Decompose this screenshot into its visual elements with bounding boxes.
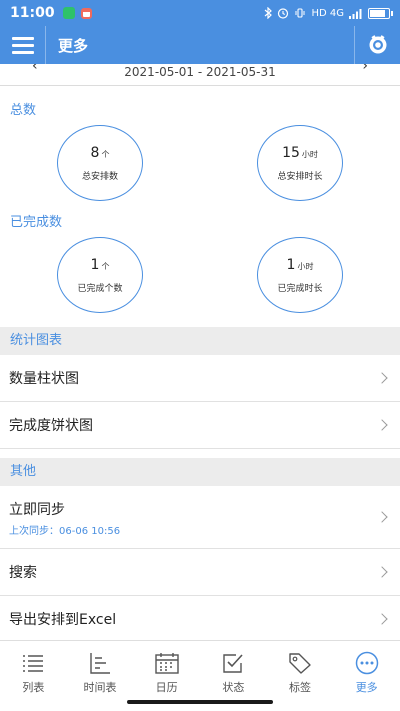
list-icon bbox=[21, 651, 45, 675]
completed-duration-unit: 小时 bbox=[297, 261, 314, 271]
home-indicator[interactable] bbox=[127, 700, 273, 704]
previous-month-arrow[interactable]: ‹ bbox=[32, 64, 38, 74]
nav-label: 更多 bbox=[355, 681, 378, 694]
status-indicators: HD 4G bbox=[264, 7, 393, 19]
total-count-value: 8 bbox=[90, 144, 100, 161]
search-row[interactable]: 搜索 bbox=[0, 549, 400, 596]
total-duration-value: 15 bbox=[282, 144, 300, 161]
search-label: 搜索 bbox=[9, 565, 37, 581]
completed-count-stat: 1 个 已完成个数 bbox=[57, 237, 143, 313]
sync-button[interactable] bbox=[354, 26, 400, 64]
nav-label: 时间表 bbox=[83, 681, 117, 694]
nav-label: 状态 bbox=[222, 681, 245, 694]
signal-icon bbox=[349, 8, 362, 19]
bar-chart-row[interactable]: 数量柱状图 bbox=[0, 355, 400, 402]
menu-icon-bar bbox=[11, 43, 34, 47]
content-area: ‹ 2021-05-01 - 2021-05-31 › 总数 8 个 总安排数 … bbox=[0, 64, 400, 640]
chevron-right-icon bbox=[376, 613, 388, 625]
bottom-navigation: 列表 时间表 日历 状态 标签 更多 bbox=[0, 640, 400, 700]
more-icon bbox=[355, 651, 379, 675]
sync-now-row[interactable]: 立即同步 上次同步：06-06 10:56 bbox=[0, 486, 400, 549]
menu-button[interactable] bbox=[0, 26, 46, 64]
completed-duration-label: 已完成时长 bbox=[277, 283, 323, 294]
chevron-right-icon bbox=[376, 511, 388, 523]
app-bar: 更多 bbox=[0, 26, 400, 64]
tag-icon bbox=[288, 651, 312, 675]
chevron-right-icon bbox=[376, 566, 388, 578]
total-count-label: 总安排数 bbox=[81, 171, 118, 182]
alarm-icon bbox=[278, 8, 289, 19]
nav-item-more[interactable]: 更多 bbox=[333, 641, 400, 700]
total-duration-stat: 15 小时 总安排时长 bbox=[257, 125, 343, 201]
completed-section-label: 已完成数 bbox=[10, 215, 63, 230]
nav-item-status[interactable]: 状态 bbox=[200, 641, 267, 700]
nav-item-tags[interactable]: 标签 bbox=[267, 641, 334, 700]
chevron-right-icon bbox=[376, 419, 388, 431]
nav-item-list[interactable]: 列表 bbox=[0, 641, 67, 700]
charts-section-header: 统计图表 bbox=[0, 327, 400, 355]
nav-label: 列表 bbox=[22, 681, 45, 694]
battery-level bbox=[370, 9, 385, 17]
nav-label: 日历 bbox=[155, 681, 178, 694]
export-excel-label: 导出安排到Excel bbox=[9, 612, 117, 628]
pie-chart-label: 完成度饼状图 bbox=[9, 418, 93, 434]
completed-count-label: 已完成个数 bbox=[77, 283, 123, 294]
last-sync-text: 上次同步：06-06 10:56 bbox=[9, 526, 121, 537]
pie-chart-row[interactable]: 完成度饼状图 bbox=[0, 402, 400, 449]
battery-icon bbox=[368, 7, 393, 19]
total-duration-unit: 小时 bbox=[301, 149, 318, 159]
completed-count-unit: 个 bbox=[101, 261, 110, 271]
export-excel-row[interactable]: 导出安排到Excel bbox=[0, 596, 400, 640]
total-count-stat: 8 个 总安排数 bbox=[57, 125, 143, 201]
bar-chart-label: 数量柱状图 bbox=[9, 371, 79, 387]
calendar-notification-icon bbox=[80, 7, 92, 19]
completed-duration-stat: 1 小时 已完成时长 bbox=[257, 237, 343, 313]
date-range-bar: ‹ 2021-05-01 - 2021-05-31 › bbox=[0, 64, 400, 84]
completed-duration-value: 1 bbox=[286, 256, 296, 273]
sync-now-label: 立即同步 bbox=[9, 502, 65, 518]
nav-item-timeline[interactable]: 时间表 bbox=[67, 641, 134, 700]
sync-icon bbox=[369, 35, 386, 54]
next-month-arrow[interactable]: › bbox=[362, 64, 368, 74]
menu-icon-bar bbox=[11, 50, 34, 54]
totals-section-label: 总数 bbox=[10, 103, 37, 118]
nav-item-calendar[interactable]: 日历 bbox=[133, 641, 200, 700]
status-bar: 11:00 HD 4G bbox=[0, 0, 400, 26]
date-range-text: 2021-05-01 - 2021-05-31 bbox=[124, 65, 276, 79]
total-count-unit: 个 bbox=[101, 149, 110, 159]
vibrate-icon bbox=[295, 8, 305, 18]
total-duration-label: 总安排时长 bbox=[277, 171, 323, 182]
bluetooth-icon bbox=[265, 7, 273, 19]
other-section-header: 其他 bbox=[0, 458, 400, 486]
checkbox-icon bbox=[221, 651, 245, 675]
status-time: 11:00 bbox=[10, 5, 55, 21]
app-notification-icon bbox=[62, 7, 75, 19]
calendar-icon bbox=[154, 651, 179, 675]
menu-icon-bar bbox=[11, 36, 34, 40]
nav-label: 标签 bbox=[289, 681, 312, 694]
chevron-right-icon bbox=[376, 372, 388, 384]
timeline-icon bbox=[88, 651, 112, 675]
divider bbox=[0, 85, 400, 86]
completed-count-value: 1 bbox=[90, 256, 100, 273]
page-title: 更多 bbox=[58, 36, 89, 55]
network-label: HD 4G bbox=[311, 7, 344, 19]
